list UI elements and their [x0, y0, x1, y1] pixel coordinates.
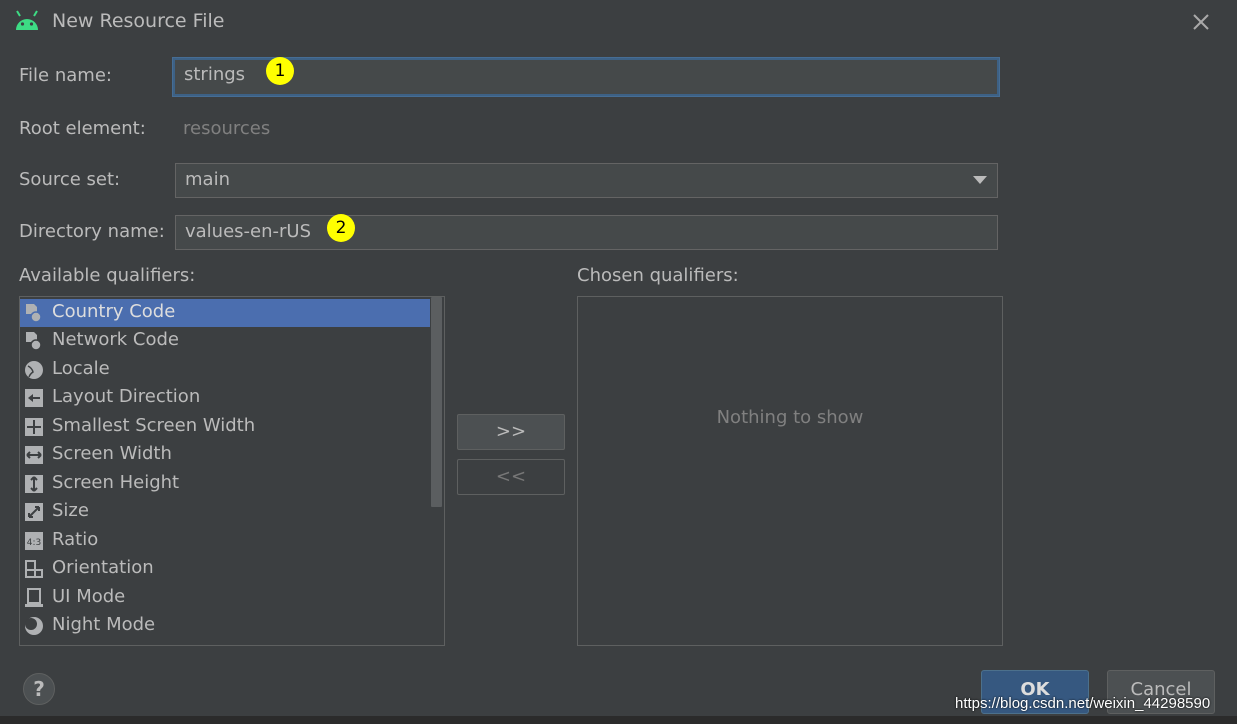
size-icon	[25, 503, 43, 521]
remove-qualifier-button[interactable]: <<	[457, 459, 565, 495]
file-name-label: File name:	[19, 65, 112, 86]
directory-name-value: values-en-rUS	[185, 221, 312, 242]
chosen-qualifiers-label: Chosen qualifiers:	[577, 265, 739, 286]
list-item-screen-height[interactable]: Screen Height	[20, 470, 430, 498]
country-code-icon	[26, 304, 42, 323]
directory-name-input[interactable]: values-en-rUS	[175, 215, 998, 250]
list-item-ui-mode[interactable]: UI Mode	[20, 584, 430, 612]
list-scrollbar-thumb[interactable]	[431, 297, 442, 507]
list-scrollbar[interactable]	[430, 297, 444, 645]
ratio-icon: 4:3	[25, 532, 43, 550]
file-name-value: strings	[184, 64, 246, 85]
help-button[interactable]: ?	[23, 673, 55, 705]
source-set-value: main	[185, 169, 230, 190]
screen-width-icon	[25, 446, 43, 464]
layout-direction-icon	[25, 389, 43, 407]
source-set-dropdown[interactable]: main	[175, 163, 998, 198]
ui-mode-icon	[25, 588, 43, 607]
list-item-network-code[interactable]: Network Code	[20, 327, 430, 355]
list-item-screen-width[interactable]: Screen Width	[20, 441, 430, 469]
chevron-down-icon	[973, 176, 987, 184]
list-item-smallest-screen-width[interactable]: Smallest Screen Width	[20, 413, 430, 441]
directory-name-label: Directory name:	[19, 221, 165, 242]
list-item-layout-direction[interactable]: Layout Direction	[20, 384, 430, 412]
android-icon	[16, 10, 38, 30]
smallest-screen-width-icon	[25, 418, 43, 436]
annotation-marker-1: 1	[266, 57, 294, 85]
watermark-text: https://blog.csdn.net/weixin_44298590	[955, 695, 1211, 712]
source-set-label: Source set:	[19, 169, 121, 190]
list-item-locale[interactable]: Locale	[20, 356, 430, 384]
root-element-label: Root element:	[19, 118, 146, 139]
available-qualifiers-label: Available qualifiers:	[19, 265, 196, 286]
list-item-size[interactable]: Size	[20, 498, 430, 526]
list-item-night-mode[interactable]: Night Mode	[20, 612, 430, 640]
add-qualifier-button[interactable]: >>	[457, 414, 565, 450]
list-item-country-code[interactable]: Country Code	[20, 299, 430, 327]
chosen-qualifiers-list[interactable]: Nothing to show	[577, 296, 1003, 646]
available-qualifiers-list[interactable]: Country Code Network Code Locale Layout …	[19, 296, 445, 646]
bottom-strip	[0, 716, 1237, 724]
annotation-marker-2: 2	[327, 214, 355, 242]
title-bar: New Resource File	[0, 0, 1237, 44]
night-mode-icon	[25, 617, 43, 635]
svg-text:4:3: 4:3	[27, 538, 41, 548]
file-name-input[interactable]: strings	[173, 58, 999, 96]
orientation-icon	[25, 560, 43, 578]
network-code-icon	[26, 332, 42, 351]
root-element-value: resources	[183, 118, 271, 139]
list-item-ratio[interactable]: 4:3 Ratio	[20, 527, 430, 555]
empty-list-text: Nothing to show	[716, 407, 864, 428]
screen-height-icon	[25, 475, 43, 493]
globe-icon	[25, 361, 43, 379]
list-item-orientation[interactable]: Orientation	[20, 555, 430, 583]
close-icon[interactable]	[1188, 9, 1214, 35]
dialog-title: New Resource File	[52, 10, 225, 32]
